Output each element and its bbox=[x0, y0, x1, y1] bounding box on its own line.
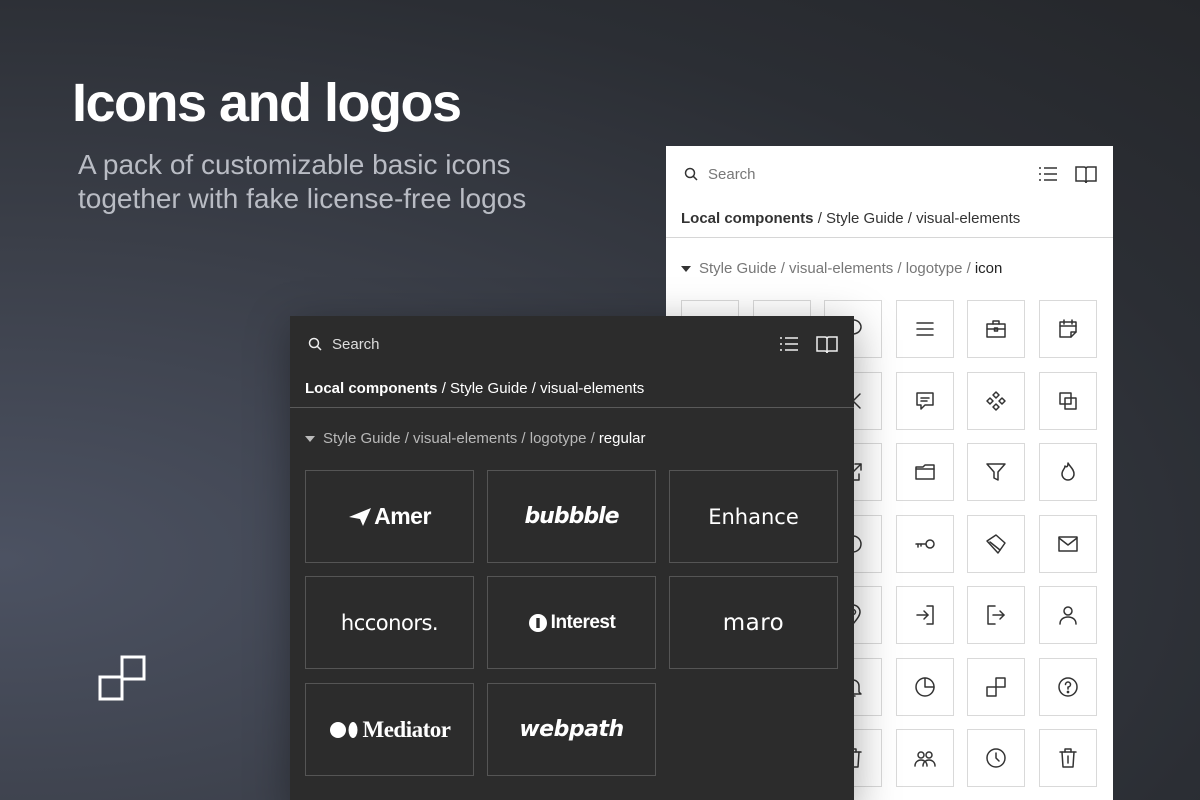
icon-cell[interactable] bbox=[967, 300, 1025, 358]
logo-tile-enhance[interactable]: Enhance bbox=[669, 470, 838, 563]
logout-icon bbox=[987, 605, 1005, 625]
login-icon bbox=[915, 605, 934, 625]
folder-icon bbox=[914, 464, 935, 480]
logo-bubbble-label: bubbble bbox=[524, 504, 619, 529]
logo-tile-bubbble[interactable]: bubbble bbox=[487, 470, 656, 563]
breadcrumb: Local components / Style Guide / visual-… bbox=[305, 380, 644, 397]
list-view-icon[interactable] bbox=[1037, 164, 1059, 184]
menu-icon bbox=[915, 322, 934, 336]
icon-cell[interactable] bbox=[1038, 300, 1097, 358]
logo-tile-webpath[interactable]: webpath bbox=[487, 683, 656, 776]
section-current: icon bbox=[974, 260, 1003, 277]
divider bbox=[290, 407, 854, 408]
section-path: Style Guide / visual-elements / logotype… bbox=[699, 260, 971, 277]
icon-cell[interactable] bbox=[967, 443, 1025, 501]
logo-tile-mediator[interactable]: Mediator bbox=[305, 683, 474, 776]
book-icon[interactable] bbox=[1075, 164, 1097, 184]
search-icon bbox=[308, 337, 322, 351]
icon-cell[interactable] bbox=[895, 729, 954, 787]
icon-cell[interactable] bbox=[1038, 729, 1097, 787]
hero-subtitle: A pack of customizable basic icons toget… bbox=[78, 149, 527, 214]
icon-cell[interactable] bbox=[967, 514, 1025, 573]
diamond-icon bbox=[986, 533, 1006, 554]
logo-mediator-label: Mediator bbox=[362, 716, 451, 742]
help-icon bbox=[1057, 676, 1078, 697]
breadcrumb-root[interactable]: Local components bbox=[681, 210, 814, 227]
icon-cell[interactable] bbox=[895, 300, 954, 358]
logo-webpath-label: webpath bbox=[519, 717, 624, 742]
icon-cell[interactable] bbox=[895, 443, 954, 501]
users-icon bbox=[913, 751, 936, 767]
copy-icon bbox=[1058, 391, 1077, 410]
component-icon bbox=[986, 390, 1006, 411]
icon-cell[interactable] bbox=[967, 371, 1025, 430]
divider bbox=[666, 237, 1113, 238]
trash-icon bbox=[1058, 748, 1077, 768]
icon-cell[interactable] bbox=[967, 586, 1025, 644]
search-input[interactable]: Search bbox=[708, 166, 1021, 183]
caret-down-icon[interactable] bbox=[681, 265, 691, 272]
icon-cell[interactable] bbox=[1038, 371, 1097, 430]
section-header[interactable]: Style Guide / visual-elements / logotype… bbox=[681, 260, 1002, 277]
icon-cell[interactable] bbox=[1038, 657, 1097, 716]
logo-maro-label: maro bbox=[722, 609, 785, 636]
search-bar[interactable]: Search bbox=[684, 164, 1097, 184]
icon-cell[interactable] bbox=[967, 657, 1025, 716]
section-current: regular bbox=[598, 430, 646, 447]
search-icon bbox=[684, 167, 698, 181]
user-icon bbox=[1058, 606, 1077, 625]
icon-cell[interactable] bbox=[895, 657, 954, 716]
search-input[interactable]: Search bbox=[332, 336, 762, 353]
key-icon bbox=[914, 538, 935, 549]
logo-mark-icon bbox=[986, 676, 1006, 697]
icon-cell[interactable] bbox=[895, 371, 954, 430]
two-dots-icon bbox=[329, 721, 358, 738]
filter-icon bbox=[986, 463, 1006, 481]
briefcase-icon bbox=[986, 320, 1006, 338]
info-circle-icon bbox=[528, 613, 547, 632]
breadcrumb-path[interactable]: / Style Guide / visual-elements bbox=[814, 210, 1021, 227]
logos-panel: Search Local components / Style Guide / … bbox=[290, 316, 854, 800]
mail-icon bbox=[1057, 535, 1078, 552]
brand-logo-mark-icon bbox=[98, 655, 146, 701]
breadcrumb-root[interactable]: Local components bbox=[305, 380, 438, 397]
message-icon bbox=[915, 391, 934, 410]
search-bar[interactable]: Search bbox=[308, 334, 838, 354]
list-view-icon[interactable] bbox=[778, 334, 800, 354]
logo-interest-label: Interest bbox=[550, 611, 616, 633]
logo-tile-interest[interactable]: Interest bbox=[487, 576, 656, 669]
breadcrumb-path[interactable]: / Style Guide / visual-elements bbox=[438, 380, 645, 397]
breadcrumb: Local components / Style Guide / visual-… bbox=[681, 210, 1020, 227]
paper-plane-icon bbox=[349, 507, 372, 526]
icon-cell[interactable] bbox=[1038, 443, 1097, 501]
icon-cell[interactable] bbox=[1038, 514, 1097, 573]
calendar-icon bbox=[1058, 319, 1077, 338]
section-header[interactable]: Style Guide / visual-elements / logotype… bbox=[305, 430, 646, 447]
flame-icon bbox=[1060, 462, 1075, 481]
logo-hcconors-label: hcconors. bbox=[340, 610, 439, 635]
icon-cell[interactable] bbox=[895, 514, 954, 573]
logo-enhance-label: Enhance bbox=[708, 504, 799, 529]
section-path: Style Guide / visual-elements / logotype… bbox=[323, 430, 595, 447]
caret-down-icon[interactable] bbox=[305, 435, 315, 442]
icon-cell[interactable] bbox=[1038, 586, 1097, 644]
logo-tile-maro[interactable]: maro bbox=[669, 576, 838, 669]
clock-icon bbox=[986, 748, 1006, 768]
book-icon[interactable] bbox=[816, 334, 838, 354]
logo-tile-hcconors[interactable]: hcconors. bbox=[305, 576, 474, 669]
logo-tile-amer[interactable]: Amer bbox=[305, 470, 474, 563]
logo-amer-label: Amer bbox=[374, 503, 431, 529]
icon-cell[interactable] bbox=[967, 729, 1025, 787]
hero-title: Icons and logos bbox=[72, 73, 462, 133]
pie-chart-icon bbox=[914, 676, 935, 697]
icon-cell[interactable] bbox=[895, 586, 954, 644]
